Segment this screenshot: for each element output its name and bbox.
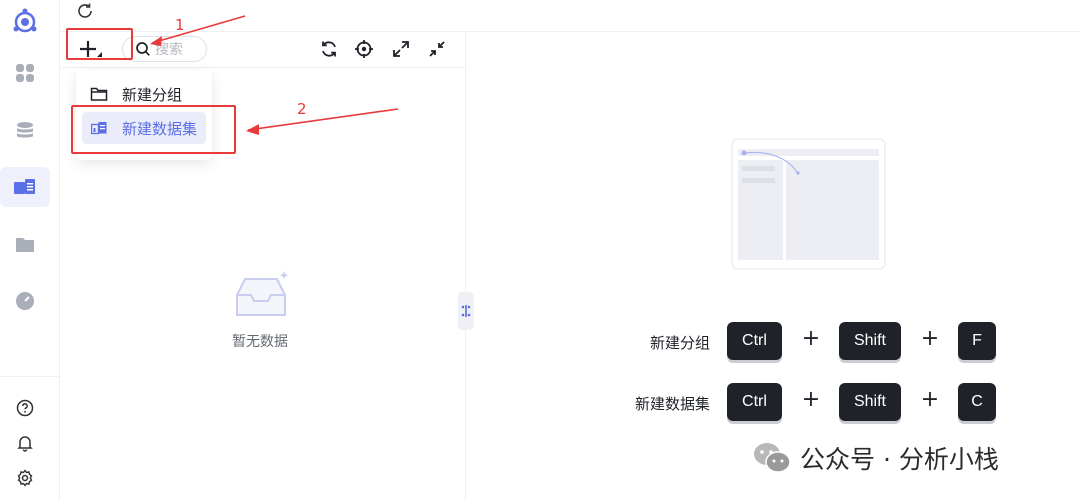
help-icon[interactable] [0, 388, 50, 428]
empty-state-text: 暂无数据 [232, 334, 288, 350]
panel-resize-handle[interactable] [458, 292, 474, 330]
shortcut-plus: + [920, 387, 940, 412]
shortcut-label: 新建分组 [649, 334, 710, 352]
refresh-icon[interactable] [76, 2, 96, 22]
left-rail [0, 0, 60, 501]
wechat-logo-icon [752, 441, 792, 475]
key-shift: Shift [839, 322, 901, 360]
watermark-text: 公众号 · 分析小栈 [800, 445, 999, 474]
annotation-box-1 [66, 28, 133, 60]
gauge-icon[interactable] [0, 281, 50, 321]
dataset-nav-icon[interactable] [0, 167, 50, 207]
shortcut-label: 新建数据集 [634, 395, 710, 413]
empty-inbox-icon [229, 269, 293, 321]
rail-divider [0, 376, 60, 377]
key-ctrl: Ctrl [727, 383, 782, 421]
dashboard-icon[interactable] [0, 53, 50, 93]
key-c: C [958, 383, 996, 421]
watermark: 公众号 · 分析小栈 [752, 440, 999, 476]
annotation-label-1: 1 [175, 16, 185, 34]
key-ctrl: Ctrl [727, 322, 782, 360]
shortcut-plus: + [801, 326, 821, 351]
bell-icon[interactable] [0, 423, 50, 463]
key-shift: Shift [839, 383, 901, 421]
empty-illustration [731, 138, 886, 270]
app-logo-icon[interactable] [0, 2, 50, 42]
settings-gear-icon[interactable] [0, 458, 50, 498]
folder-nav-icon[interactable] [0, 224, 50, 264]
shortcut-plus: + [920, 326, 940, 351]
key-f: F [958, 322, 996, 360]
folder-icon [90, 85, 108, 103]
annotation-label-2: 2 [297, 100, 307, 118]
database-icon[interactable] [0, 111, 50, 151]
shortcut-plus: + [801, 387, 821, 412]
